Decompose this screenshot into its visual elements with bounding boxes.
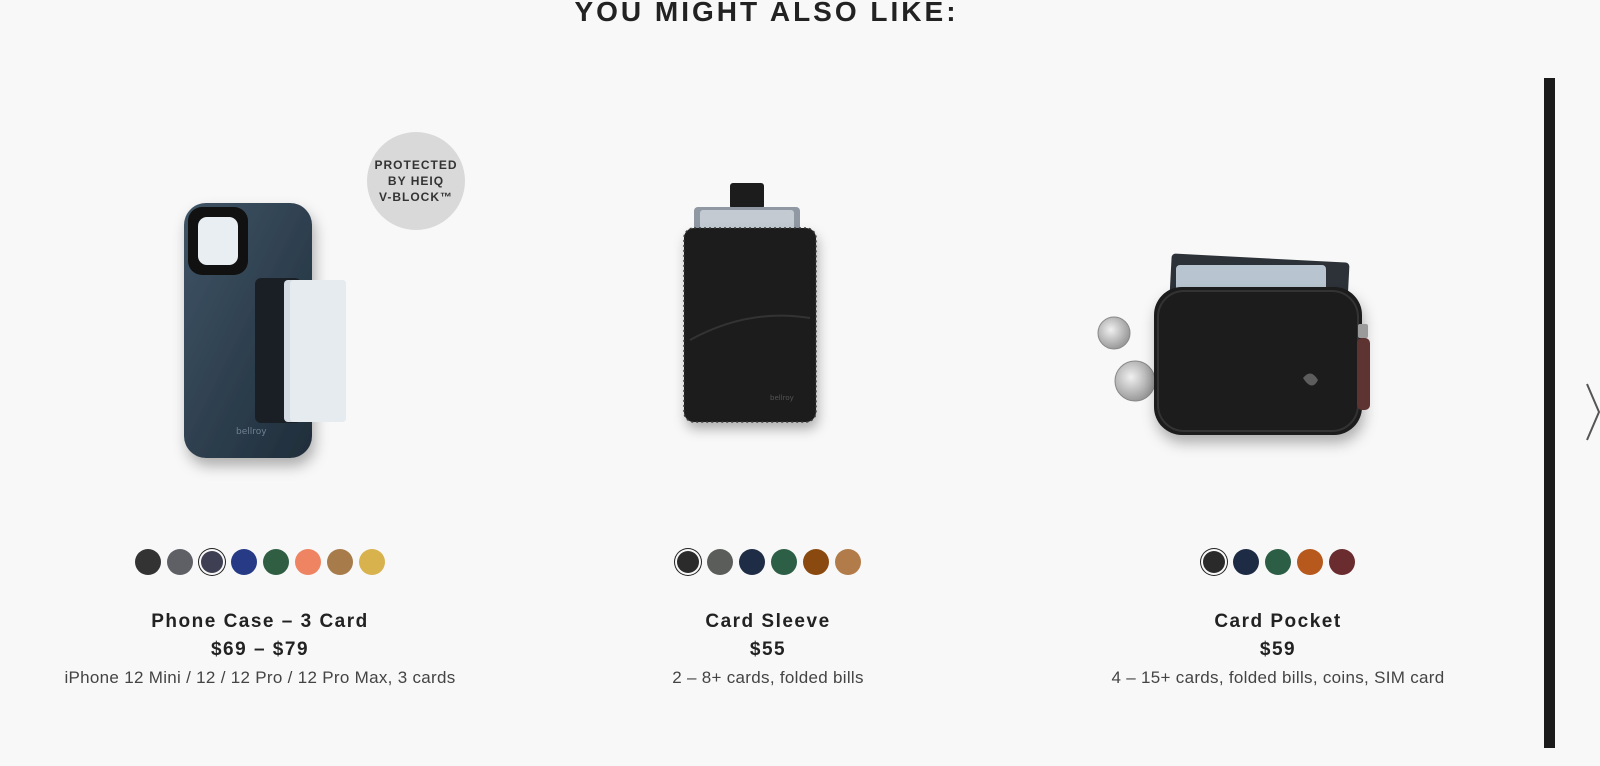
color-swatch[interactable] (739, 549, 765, 575)
color-swatch[interactable] (677, 551, 699, 573)
product-price: $55 (749, 639, 787, 660)
color-swatch[interactable] (1297, 549, 1323, 575)
vertical-scrollbar[interactable] (1544, 78, 1555, 748)
color-swatch[interactable] (707, 549, 733, 575)
svg-text:bellroy: bellroy (236, 427, 267, 437)
svg-text:bellroy: bellroy (770, 394, 794, 402)
card-sleeve-image[interactable]: bellroy (508, 80, 1028, 520)
color-swatch[interactable] (1203, 551, 1225, 573)
card-pocket-image[interactable] (1018, 80, 1538, 520)
product-card-card-sleeve[interactable]: bellroy Card Sleeve $55 2 – 8+ cards, fo… (508, 80, 1028, 720)
color-swatch[interactable] (167, 549, 193, 575)
protection-badge: PROTECTED BY HEIQ V-BLOCK™ (367, 132, 465, 230)
product-price: $59 (1259, 639, 1297, 660)
color-swatch[interactable] (295, 549, 321, 575)
chevron-right-icon[interactable] (1585, 382, 1600, 442)
color-swatch[interactable] (201, 551, 223, 573)
section-title: YOU MIGHT ALSO LIKE: (574, 0, 959, 27)
product-card-phone-case[interactable]: bellroy PROTECTED BY HEIQ V-BLOCK™ Phone… (0, 80, 520, 720)
color-swatch[interactable] (835, 549, 861, 575)
color-swatch[interactable] (231, 549, 257, 575)
color-swatch[interactable] (327, 549, 353, 575)
color-swatch[interactable] (771, 549, 797, 575)
product-description: 4 – 15+ cards, folded bills, coins, SIM … (1111, 668, 1445, 687)
product-name[interactable]: Card Sleeve (508, 611, 1028, 633)
color-swatch[interactable] (135, 549, 161, 575)
color-swatches (1018, 549, 1538, 575)
product-carousel: bellroy PROTECTED BY HEIQ V-BLOCK™ Phone… (0, 80, 1533, 760)
product-price: $69 – $79 (210, 639, 310, 660)
product-name[interactable]: Phone Case – 3 Card (0, 611, 520, 633)
color-swatch[interactable] (263, 549, 289, 575)
product-card-card-pocket[interactable]: Card Pocket $59 4 – 15+ cards, folded bi… (1018, 80, 1538, 720)
color-swatch[interactable] (1233, 549, 1259, 575)
color-swatch[interactable] (1265, 549, 1291, 575)
color-swatches (508, 549, 1028, 575)
product-description: 2 – 8+ cards, folded bills (672, 668, 864, 687)
color-swatch[interactable] (1329, 549, 1355, 575)
color-swatches (0, 549, 520, 575)
color-swatch[interactable] (359, 549, 385, 575)
product-description: iPhone 12 Mini / 12 / 12 Pro / 12 Pro Ma… (64, 668, 456, 687)
color-swatch[interactable] (803, 549, 829, 575)
product-name[interactable]: Card Pocket (1018, 611, 1538, 633)
